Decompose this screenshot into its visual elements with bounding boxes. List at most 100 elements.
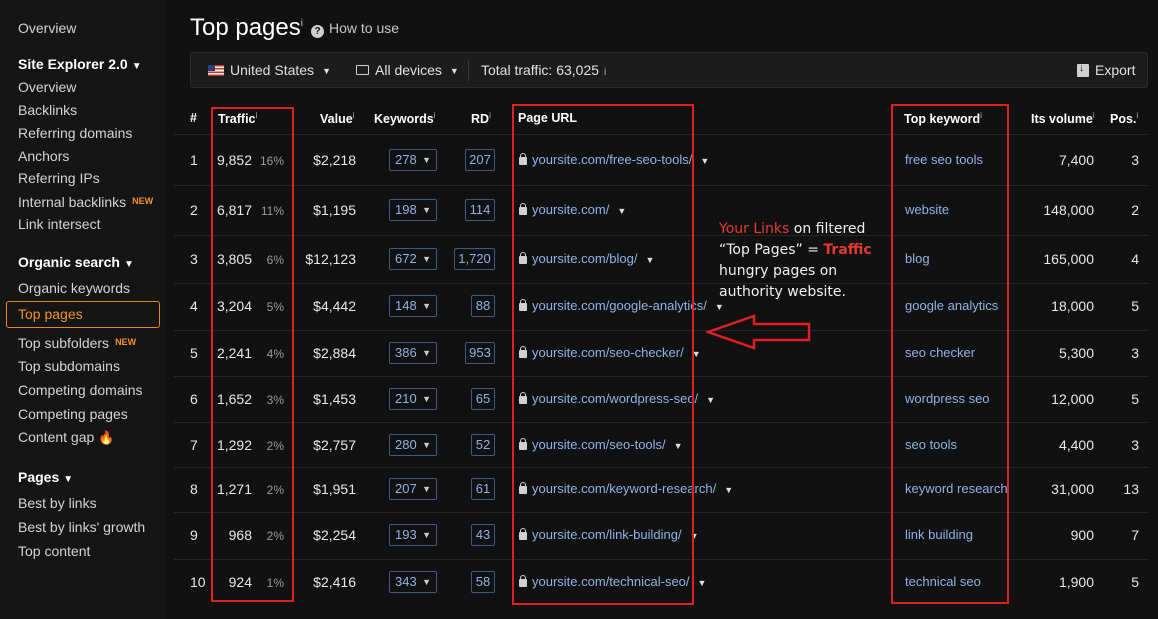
sidebar-item-top-content[interactable]: Top content [18, 543, 90, 559]
keywords-dropdown[interactable]: 210 ▼ [389, 388, 437, 410]
caret-down-icon: ▼ [449, 66, 459, 76]
keywords-dropdown[interactable]: 148 ▼ [389, 295, 437, 317]
col-header-pos-label: Pos. [1110, 112, 1137, 127]
rd-link[interactable]: 88 [471, 295, 495, 317]
internal-backlinks-label: Internal backlinks [18, 194, 127, 210]
keywords-count: 280 [395, 437, 417, 452]
col-header-value-label: Value [320, 112, 353, 127]
caret-down-icon[interactable]: ▼ [698, 578, 707, 588]
sidebar-section-organic-search[interactable]: Organic search ▼ [18, 254, 134, 273]
rd-link[interactable]: 207 [465, 149, 495, 171]
value-amount: $2,884 [313, 345, 356, 361]
sidebar-item-se-overview[interactable]: Overview [18, 79, 76, 95]
rd-link[interactable]: 1,720 [454, 248, 495, 270]
export-label: Export [1095, 62, 1136, 78]
export-button[interactable]: Export [1077, 62, 1135, 78]
col-header-value[interactable]: Valuei [320, 111, 354, 126]
sidebar-item-internal-backlinks[interactable]: Internal backlinks NEW [18, 193, 153, 210]
row-index: 6 [190, 391, 198, 407]
sidebar-section-pages[interactable]: Pages ▼ [18, 469, 73, 488]
sidebar-item-organic-keywords[interactable]: Organic keywords [18, 280, 130, 296]
sidebar-item-top-subdomains[interactable]: Top subdomains [18, 358, 120, 374]
keyword-volume: 5,300 [1058, 345, 1094, 361]
caret-down-icon[interactable]: ▼ [700, 156, 709, 166]
value-amount: $1,453 [313, 391, 356, 407]
caret-down-icon: ▼ [422, 254, 431, 264]
info-icon[interactable]: i [434, 111, 436, 120]
sidebar-item-link-intersect[interactable]: Link intersect [18, 216, 100, 232]
annotation-on-filtered: on filtered [789, 221, 866, 237]
info-icon[interactable]: i [301, 18, 303, 29]
keyword-position: 7 [1131, 527, 1139, 543]
caret-down-icon: ▼ [123, 259, 134, 270]
sidebar-item-best-by-links-growth[interactable]: Best by links' growth [18, 519, 145, 535]
keywords-dropdown[interactable]: 386 ▼ [389, 342, 437, 364]
info-icon[interactable]: i [353, 111, 355, 120]
keyword-volume: 12,000 [1051, 391, 1094, 407]
keyword-position: 5 [1131, 574, 1139, 590]
info-icon[interactable]: i [489, 111, 491, 120]
info-icon[interactable]: i [1093, 111, 1095, 120]
keywords-count: 672 [395, 251, 417, 266]
col-header-keywords[interactable]: Keywordsi [374, 111, 436, 126]
keywords-dropdown[interactable]: 207 ▼ [389, 478, 437, 500]
rd-link[interactable]: 52 [471, 434, 495, 456]
sidebar-item-anchors[interactable]: Anchors [18, 148, 69, 164]
highlight-traffic-column [211, 107, 294, 602]
keyword-position: 5 [1131, 391, 1139, 407]
keywords-dropdown[interactable]: 198 ▼ [389, 199, 437, 221]
col-header-rd[interactable]: RDi [471, 111, 491, 126]
how-to-use-link[interactable]: ? How to use [311, 20, 399, 38]
sidebar-item-top-subfolders[interactable]: Top subfolders NEW [18, 334, 136, 351]
keyword-position: 2 [1131, 202, 1139, 218]
col-header-rd-label: RD [471, 112, 490, 127]
keywords-dropdown[interactable]: 278 ▼ [389, 149, 437, 171]
sidebar-section-site-explorer[interactable]: Site Explorer 2.0 ▼ [18, 56, 142, 75]
sidebar-item-referring-domains[interactable]: Referring domains [18, 125, 132, 141]
keywords-dropdown[interactable]: 343 ▼ [389, 571, 437, 593]
info-icon[interactable]: i [604, 67, 606, 78]
sidebar-item-top-pages[interactable]: Top pages [6, 301, 160, 328]
keywords-count: 210 [395, 391, 417, 406]
rd-link[interactable]: 61 [471, 478, 495, 500]
value-amount: $4,442 [313, 298, 356, 314]
caret-down-icon: ▼ [422, 348, 431, 358]
sidebar-item-competing-domains[interactable]: Competing domains [18, 382, 143, 398]
top-subfolders-label: Top subfolders [18, 335, 110, 351]
highlight-url-column [512, 104, 694, 605]
rd-link[interactable]: 953 [465, 342, 495, 364]
caret-down-icon[interactable]: ▼ [715, 302, 724, 312]
col-header-pos[interactable]: Pos.i [1110, 111, 1138, 126]
caret-down-icon[interactable]: ▼ [724, 485, 733, 495]
keywords-dropdown[interactable]: 193 ▼ [389, 524, 437, 546]
sidebar-item-overview[interactable]: Overview [18, 20, 76, 36]
sidebar-item-content-gap[interactable]: Content gap 🔥 [18, 429, 114, 446]
rd-link[interactable]: 43 [471, 524, 495, 546]
sidebar-item-backlinks[interactable]: Backlinks [18, 102, 77, 118]
keywords-dropdown[interactable]: 672 ▼ [389, 248, 437, 270]
how-to-use-label: How to use [329, 20, 400, 36]
caret-down-icon: ▼ [322, 66, 331, 76]
rd-link[interactable]: 58 [471, 571, 495, 593]
organic-search-label: Organic search [18, 254, 120, 270]
sidebar-item-best-by-links[interactable]: Best by links [18, 495, 97, 511]
row-index: 10 [190, 574, 206, 590]
country-dropdown[interactable]: United States ▼ [208, 62, 331, 78]
keywords-count: 386 [395, 345, 417, 360]
row-index: 2 [190, 202, 198, 218]
col-header-volume[interactable]: Its volumei [1031, 111, 1095, 126]
device-label: All devices [375, 62, 442, 78]
annotation-top-pages: “Top Pages” = [719, 242, 824, 258]
caret-down-icon: ▼ [422, 484, 431, 494]
keywords-dropdown[interactable]: 280 ▼ [389, 434, 437, 456]
rd-link[interactable]: 65 [471, 388, 495, 410]
sidebar-item-referring-ips[interactable]: Referring IPs [18, 170, 100, 186]
rd-link[interactable]: 114 [465, 199, 495, 221]
caret-down-icon: ▼ [422, 440, 431, 450]
info-icon[interactable]: i [1136, 111, 1138, 120]
caret-down-icon[interactable]: ▼ [706, 395, 715, 405]
country-label: United States [230, 62, 315, 78]
device-dropdown[interactable]: All devices ▼ [356, 62, 459, 78]
sidebar-item-competing-pages[interactable]: Competing pages [18, 406, 128, 422]
keywords-count: 207 [395, 481, 417, 496]
